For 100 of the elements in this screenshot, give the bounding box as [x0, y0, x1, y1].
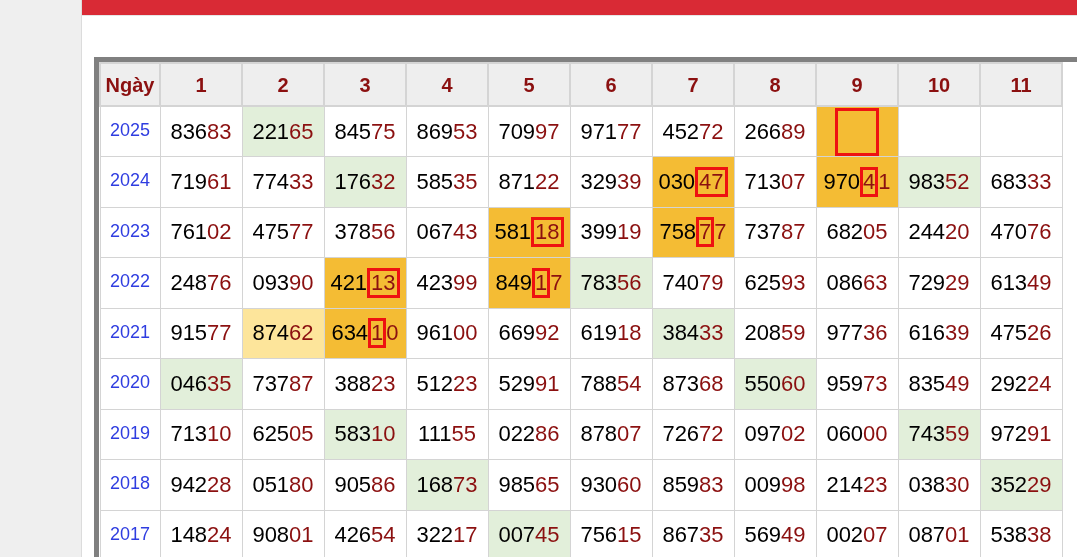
number: 83683	[170, 117, 232, 146]
number: 87368	[662, 369, 724, 398]
column-header: 1	[160, 63, 242, 106]
column-header: 10	[898, 63, 980, 106]
year-link[interactable]: 2017	[100, 510, 160, 557]
number: 08663	[826, 268, 888, 297]
number: 68205	[826, 218, 888, 247]
year-link[interactable]: 2025	[100, 106, 160, 157]
number: 38433	[662, 319, 724, 348]
number: 21423	[826, 470, 888, 499]
number: 45272	[662, 117, 724, 146]
number: 68333	[990, 167, 1052, 196]
number: 52991	[498, 369, 560, 398]
number: 76102	[170, 218, 232, 247]
number: 90586	[334, 470, 396, 499]
number: 74359	[908, 420, 970, 449]
year-link[interactable]: 2023	[100, 207, 160, 258]
number: 56949	[744, 521, 806, 550]
number: 72672	[662, 420, 724, 449]
number: 95973	[826, 369, 888, 398]
number: 85983	[662, 470, 724, 499]
number: 91577	[170, 319, 232, 348]
number: 09390	[252, 268, 314, 297]
number: 98565	[498, 470, 560, 499]
number: 71307	[744, 167, 806, 196]
number: 86735	[662, 521, 724, 550]
column-header: 11	[980, 63, 1062, 106]
number: 71310	[170, 420, 232, 449]
number: 53838	[990, 521, 1052, 550]
number: 61349	[990, 268, 1052, 297]
number: 00207	[826, 521, 888, 550]
number: 87807	[580, 420, 642, 449]
number: 55060	[744, 369, 806, 398]
number: 24876	[170, 268, 232, 297]
number: 22165	[252, 117, 314, 146]
column-header: 8	[734, 63, 816, 106]
number: 78854	[580, 369, 642, 398]
number: 51223	[416, 369, 478, 398]
number: 62505	[252, 420, 314, 449]
column-header: 4	[406, 63, 488, 106]
number: 14824	[170, 521, 232, 550]
number: 11155	[418, 420, 476, 449]
number: 73787	[252, 369, 314, 398]
year-link[interactable]: 2019	[100, 409, 160, 460]
number: 03047	[658, 164, 728, 199]
number: 38823	[334, 369, 396, 398]
number: 03830	[908, 470, 970, 499]
number: 61918	[580, 319, 642, 348]
number: 42399	[416, 268, 478, 297]
number: 32939	[580, 167, 642, 196]
number: 47577	[252, 218, 314, 247]
number: 97041	[823, 164, 891, 199]
number: 58310	[334, 420, 396, 449]
year-link[interactable]: 2021	[100, 308, 160, 359]
number: 97736	[826, 319, 888, 348]
column-header: 6	[570, 63, 652, 106]
number: 35229	[990, 470, 1052, 499]
number: 94228	[170, 470, 232, 499]
number: 58535	[416, 167, 478, 196]
number: 75877	[659, 215, 727, 250]
year-link[interactable]: 2024	[100, 156, 160, 207]
number: 16873	[416, 470, 478, 499]
number: 83549	[908, 369, 970, 398]
number: 26689	[744, 117, 806, 146]
column-header: 9	[816, 63, 898, 106]
number: 84917	[495, 265, 563, 300]
number: 97291	[990, 420, 1052, 449]
number: 75615	[580, 521, 642, 550]
number: 29224	[990, 369, 1052, 398]
number: 20859	[744, 319, 806, 348]
column-header: 7	[652, 63, 734, 106]
number: 77433	[252, 167, 314, 196]
number: 09702	[744, 420, 806, 449]
number: 96100	[416, 319, 478, 348]
number: 00745	[498, 521, 560, 550]
number: 08701	[908, 521, 970, 550]
year-link[interactable]: 2022	[100, 257, 160, 308]
number: 05180	[252, 470, 314, 499]
column-header: 3	[324, 63, 406, 106]
number: 06000	[826, 420, 888, 449]
year-link[interactable]: 2018	[100, 459, 160, 510]
number: 66992	[498, 319, 560, 348]
number: 70997	[498, 117, 560, 146]
number: 42654	[334, 521, 396, 550]
column-header: 5	[488, 63, 570, 106]
number: 73787	[744, 218, 806, 247]
number: 93060	[580, 470, 642, 499]
number: 87122	[498, 167, 560, 196]
number: 62593	[744, 268, 806, 297]
number: 90801	[252, 521, 314, 550]
number: 98352	[908, 167, 970, 196]
number: 04635	[170, 369, 232, 398]
number: 63410	[331, 316, 399, 351]
number: 61639	[908, 319, 970, 348]
year-link[interactable]: 2020	[100, 358, 160, 409]
number: 17632	[334, 167, 396, 196]
number: 47526	[990, 319, 1052, 348]
number: 86953	[416, 117, 478, 146]
number: 24420	[908, 218, 970, 247]
number: 78356	[580, 268, 642, 297]
